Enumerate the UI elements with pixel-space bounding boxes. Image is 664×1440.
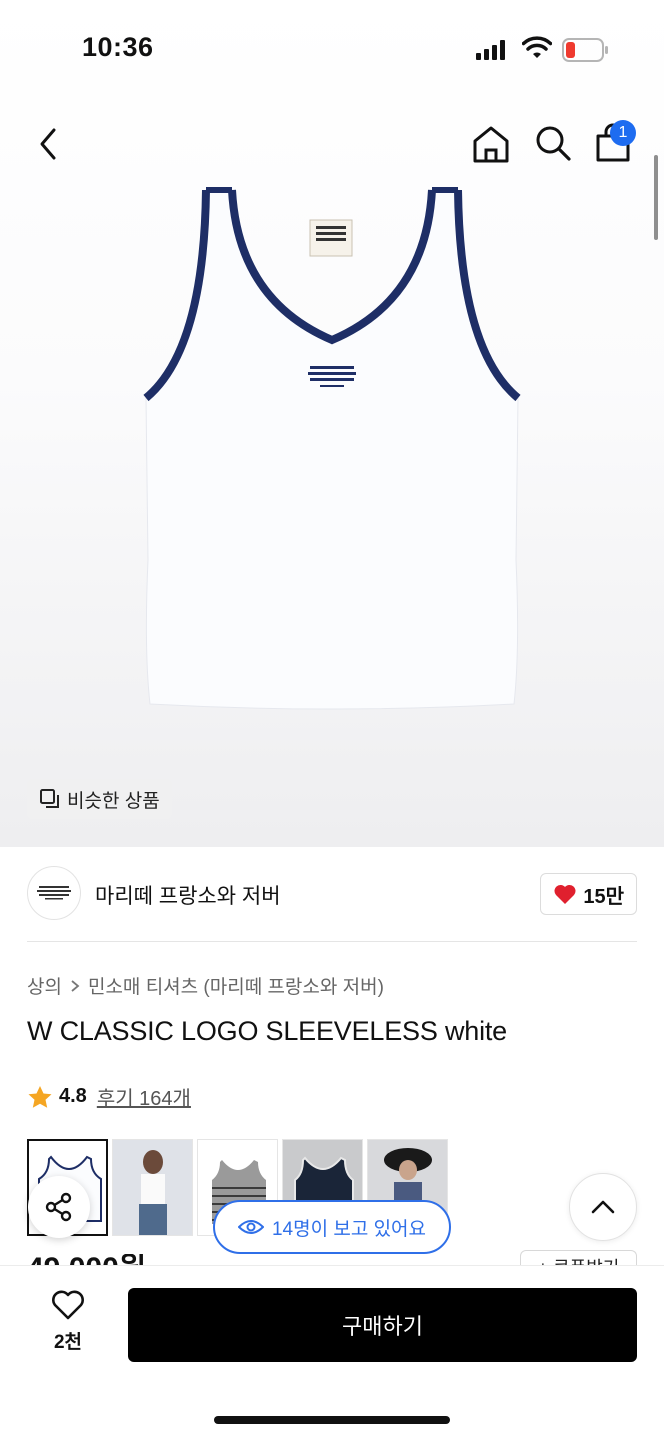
scroll-indicator xyxy=(654,155,658,240)
battery-icon xyxy=(562,38,608,62)
similar-products-button[interactable]: 비슷한 상품 xyxy=(27,779,172,819)
brand-logo-mark xyxy=(37,886,71,900)
signal-icon xyxy=(476,40,505,60)
chevron-up-icon xyxy=(591,1200,615,1214)
star-icon xyxy=(28,1085,52,1108)
bottom-action-bar: 2천 구매하기 xyxy=(0,1266,664,1440)
rating-score: 4.8 xyxy=(59,1085,87,1107)
thumbnail-2[interactable] xyxy=(112,1139,193,1236)
divider xyxy=(27,941,637,942)
home-icon[interactable] xyxy=(472,124,510,164)
brand-logo[interactable] xyxy=(27,866,81,920)
eye-icon xyxy=(237,1220,264,1234)
status-bar: 10:36 xyxy=(0,0,664,100)
heart-outline-icon xyxy=(52,1290,84,1320)
scroll-top-button[interactable] xyxy=(569,1173,637,1241)
back-icon[interactable] xyxy=(34,126,64,162)
brand-row[interactable]: 마리떼 프랑소와 저버 15만 xyxy=(27,866,637,922)
share-button[interactable] xyxy=(28,1176,90,1238)
wifi-icon xyxy=(522,36,552,58)
product-title: W CLASSIC LOGO SLEEVELESS white xyxy=(27,1016,507,1046)
chevron-right-icon xyxy=(71,979,80,992)
heart-filled-icon xyxy=(554,884,576,904)
search-icon[interactable] xyxy=(534,124,574,164)
brand-like-count: 15만 xyxy=(583,885,624,908)
similar-products-label: 비슷한 상품 xyxy=(67,790,160,812)
brand-like-button[interactable]: 15만 xyxy=(540,873,637,915)
buy-button[interactable]: 구매하기 xyxy=(128,1288,637,1362)
rating-row: 4.8 후기 164개 xyxy=(27,1082,191,1111)
breadcrumb-subcategory[interactable]: 민소매 티셔츠 (마리떼 프랑소와 저버) xyxy=(88,972,384,999)
breadcrumb: 상의 민소매 티셔츠 (마리떼 프랑소와 저버) xyxy=(27,972,384,999)
product-image[interactable] xyxy=(140,180,524,710)
copy-icon xyxy=(40,789,59,808)
status-time: 10:36 xyxy=(82,32,154,62)
viewers-label: 14명이 보고 있어요 xyxy=(271,1218,427,1240)
share-icon xyxy=(45,1192,72,1222)
review-count-link[interactable]: 후기 164개 xyxy=(97,1082,191,1111)
home-indicator xyxy=(214,1416,450,1424)
cart-badge: 1 xyxy=(610,120,636,146)
brand-name[interactable]: 마리떼 프랑소와 저버 xyxy=(95,880,281,910)
wishlist-count: 2천 xyxy=(53,1332,83,1353)
viewers-pill: 14명이 보고 있어요 xyxy=(213,1200,451,1254)
wishlist-button[interactable]: 2천 xyxy=(40,1290,96,1354)
breadcrumb-category[interactable]: 상의 xyxy=(27,972,62,999)
